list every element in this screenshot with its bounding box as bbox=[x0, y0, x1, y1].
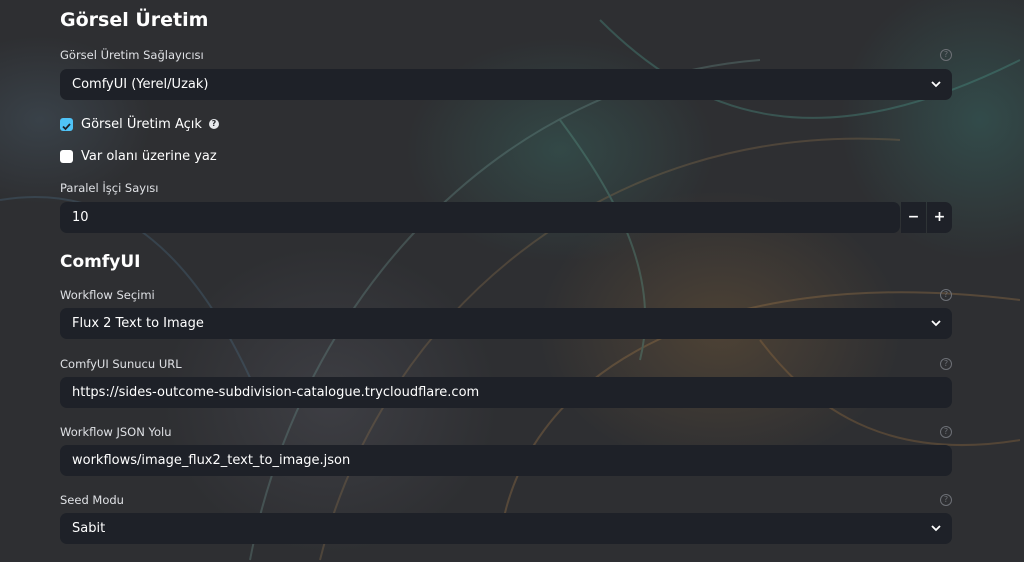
chevron-down-icon bbox=[931, 81, 941, 88]
workflow-json-path-label: Workflow JSON Yolu bbox=[60, 425, 172, 439]
overwrite-existing-label: Var olanı üzerine yaz bbox=[81, 148, 217, 164]
chevron-down-icon bbox=[931, 525, 941, 532]
increment-button[interactable]: + bbox=[927, 202, 952, 233]
provider-label: Görsel Üretim Sağlayıcısı bbox=[60, 48, 204, 62]
workflow-selection-label: Workflow Seçimi bbox=[60, 288, 155, 302]
question-circle-icon[interactable]: ? bbox=[940, 494, 952, 506]
seed-mode-value: Sabit bbox=[72, 521, 106, 536]
checkbox-unchecked[interactable] bbox=[60, 149, 73, 163]
question-circle-icon[interactable]: ? bbox=[940, 49, 952, 61]
seed-mode-select[interactable]: Sabit bbox=[60, 513, 952, 544]
image-generation-enabled-label: Görsel Üretim Açık bbox=[81, 116, 202, 132]
image-generation-enabled-checkbox[interactable]: Görsel Üretim Açık ? bbox=[60, 116, 219, 132]
workflow-json-path-input[interactable]: workflows/image_flux2_text_to_image.json bbox=[60, 445, 952, 476]
checkmark-icon bbox=[62, 122, 71, 130]
workflow-value: Flux 2 Text to Image bbox=[72, 316, 204, 331]
question-circle-icon[interactable]: ? bbox=[940, 426, 952, 438]
section-title-image-generation: Görsel Üretim bbox=[60, 9, 209, 31]
workflow-select[interactable]: Flux 2 Text to Image bbox=[60, 308, 952, 339]
server-url-input[interactable]: https://sides-outcome-subdivision-catalo… bbox=[60, 377, 952, 408]
question-circle-icon[interactable]: ? bbox=[940, 358, 952, 370]
decrement-button[interactable]: − bbox=[901, 202, 926, 233]
chevron-down-icon bbox=[931, 320, 941, 327]
question-circle-icon[interactable]: ? bbox=[208, 119, 219, 129]
question-circle-icon[interactable]: ? bbox=[940, 289, 952, 301]
seed-mode-label: Seed Modu bbox=[60, 493, 124, 507]
provider-value: ComfyUI (Yerel/Uzak) bbox=[72, 77, 209, 92]
provider-select[interactable]: ComfyUI (Yerel/Uzak) bbox=[60, 69, 952, 100]
checkbox-checked[interactable] bbox=[60, 117, 73, 131]
server-url-label: ComfyUI Sunucu URL bbox=[60, 357, 182, 371]
parallel-workers-input[interactable]: 10 bbox=[60, 202, 900, 233]
parallel-workers-label: Paralel İşçi Sayısı bbox=[60, 181, 159, 195]
section-title-comfyui: ComfyUI bbox=[60, 252, 141, 272]
overwrite-existing-checkbox[interactable]: Var olanı üzerine yaz bbox=[60, 148, 217, 164]
